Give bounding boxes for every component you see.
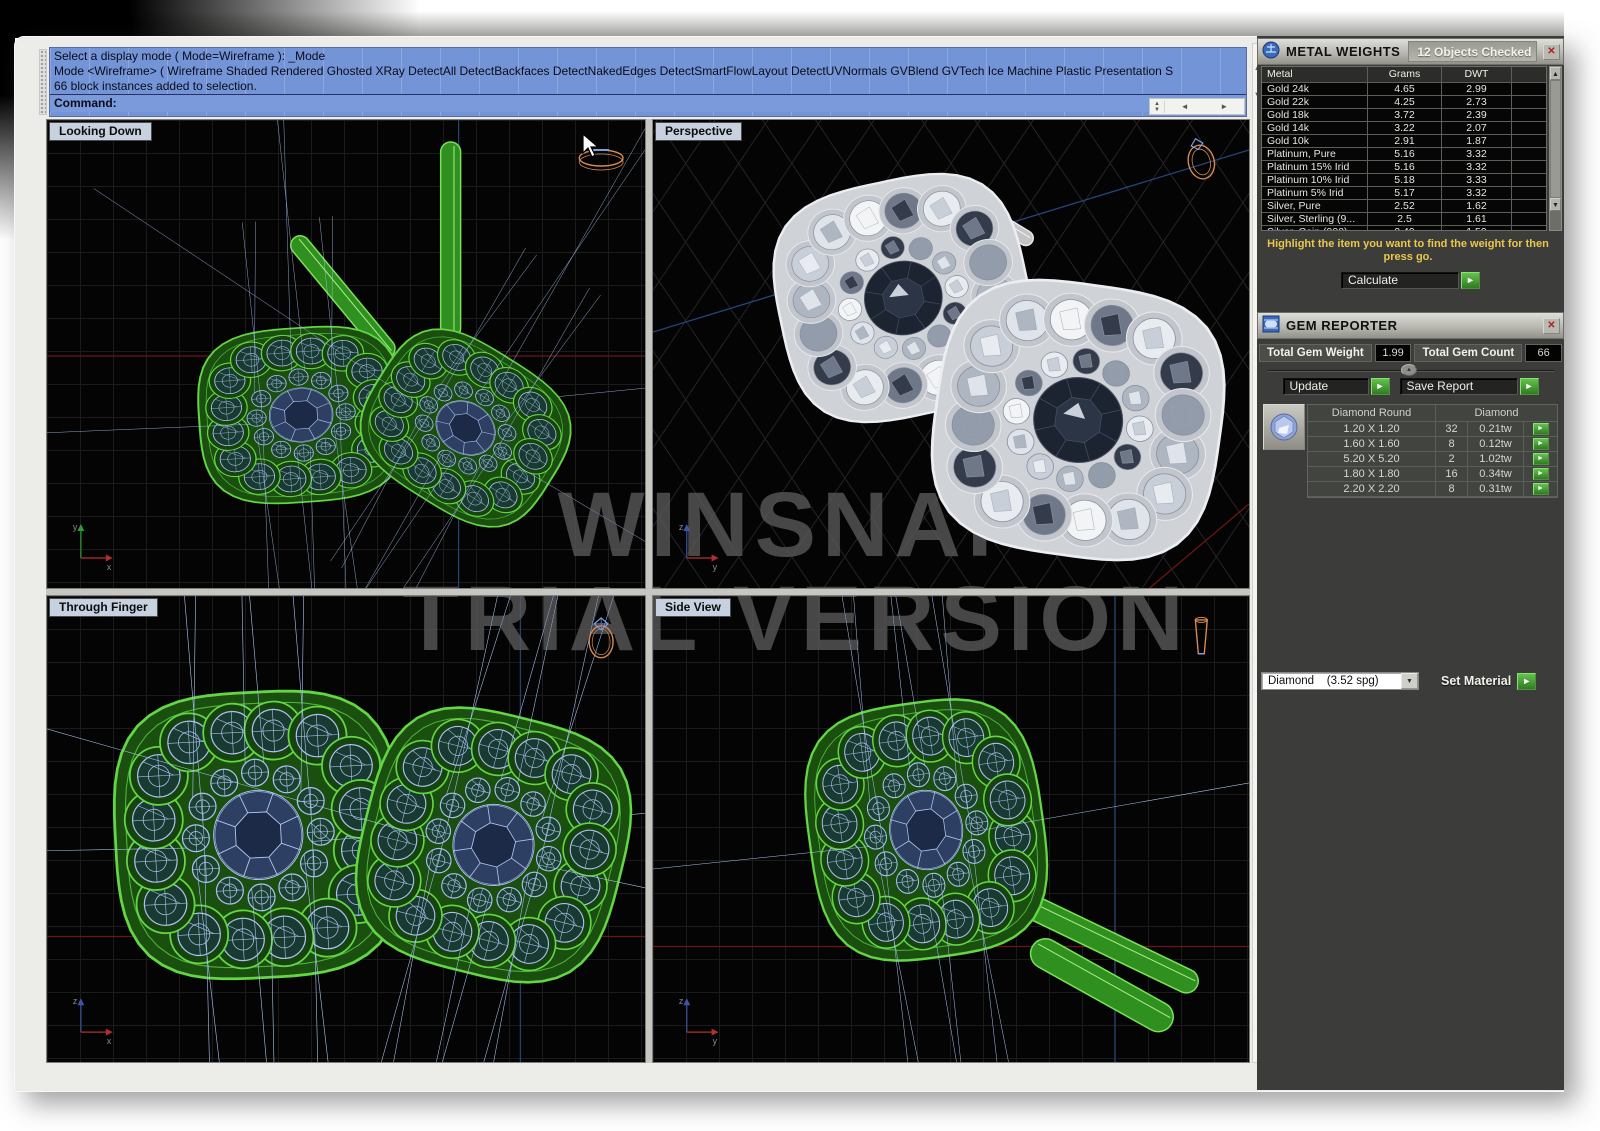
- command-line: Mode <Wireframe> ( Wireframe Shaded Rend…: [50, 64, 1246, 79]
- dropdown-arrow-icon[interactable]: ▼: [1401, 673, 1418, 689]
- desktop-corner-left: [0, 0, 15, 250]
- gem-row[interactable]: 1.20 X 1.20320.21tw►: [1308, 422, 1557, 437]
- gem-reporter-close-icon[interactable]: ✕: [1543, 318, 1560, 334]
- svg-text:z: z: [679, 522, 684, 532]
- table-row[interactable]: Silver, Coin (900)2.491.59: [1262, 226, 1546, 231]
- gem-row-go-icon[interactable]: ►: [1533, 423, 1549, 435]
- metal-weights-table[interactable]: Metal Grams DWT Gold 24k4.652.99Gold 22k…: [1261, 66, 1547, 231]
- panel-divider: ▲: [1267, 370, 1554, 372]
- viewport-grid: y x Looking Down z y Perspective z x Throug…: [46, 119, 1250, 1063]
- total-gem-count-label: Total Gem Count: [1414, 344, 1522, 362]
- total-gem-weight-value: 1.99: [1375, 344, 1412, 362]
- save-report-button[interactable]: Save Report: [1400, 378, 1518, 395]
- gem-row[interactable]: 1.60 X 1.6080.12tw►: [1308, 437, 1557, 452]
- scrollbar-up-icon[interactable]: ▲: [1550, 67, 1561, 80]
- metal-weights-title: METAL WEIGHTS: [1284, 44, 1400, 59]
- set-material-go-icon[interactable]: ►: [1517, 673, 1536, 690]
- table-row[interactable]: Platinum 15% Irid5.163.32: [1262, 161, 1546, 174]
- calculate-button[interactable]: Calculate: [1341, 272, 1459, 289]
- command-panel-drag-handle[interactable]: [39, 49, 47, 115]
- viewport-title-looking-down[interactable]: Looking Down: [49, 122, 152, 141]
- gem-row-go-icon[interactable]: ►: [1533, 483, 1549, 495]
- svg-text:y: y: [73, 522, 78, 532]
- scroll-right-icon[interactable]: ►: [1204, 99, 1244, 114]
- diamond-thumbnail-icon[interactable]: [1263, 404, 1305, 450]
- gem-row-go-icon[interactable]: ►: [1533, 453, 1549, 465]
- command-prompt[interactable]: Command:: [50, 94, 1246, 112]
- viewport-title-through-finger[interactable]: Through Finger: [49, 598, 158, 617]
- objects-checked-status: 12 Objects Checked: [1408, 41, 1537, 62]
- command-scrollbar[interactable]: ▲ ▼ ◄ ►: [1149, 98, 1245, 115]
- right-panel: METAL WEIGHTS 12 Objects Checked ✕ Metal…: [1257, 36, 1564, 1090]
- metal-weights-instruction: Highlight the item you want to find the …: [1263, 238, 1553, 264]
- table-row[interactable]: Platinum, Pure5.163.32: [1262, 148, 1546, 161]
- gem-row[interactable]: 5.20 X 5.2021.02tw►: [1308, 452, 1557, 467]
- material-dropdown[interactable]: Diamond (3.52 spg) ▼: [1261, 672, 1419, 690]
- viewport-looking-down[interactable]: y x Looking Down: [46, 119, 646, 589]
- command-line: Select a display mode ( Mode=Wireframe )…: [50, 48, 1246, 64]
- save-report-go-icon[interactable]: ►: [1520, 378, 1539, 395]
- svg-text:y: y: [713, 562, 718, 572]
- scrollbar-thumb[interactable]: [1550, 80, 1561, 198]
- viewport-side-view[interactable]: z y Side View: [652, 595, 1250, 1063]
- table-row[interactable]: Platinum 10% Irid5.183.33: [1262, 174, 1546, 187]
- table-row[interactable]: Silver, Sterling (9...2.51.61: [1262, 213, 1546, 226]
- collapse-knob-icon[interactable]: ▲: [1401, 364, 1417, 376]
- metal-weights-header[interactable]: METAL WEIGHTS 12 Objects Checked ✕: [1257, 38, 1564, 65]
- table-row[interactable]: Gold 14k3.222.07: [1262, 122, 1546, 135]
- svg-text:x: x: [107, 562, 112, 572]
- svg-text:x: x: [107, 1036, 112, 1046]
- gem-row[interactable]: 1.80 X 1.80160.34tw►: [1308, 467, 1557, 482]
- total-gem-count-value: 66: [1525, 344, 1562, 362]
- scroll-left-icon[interactable]: ◄: [1165, 99, 1205, 114]
- table-row[interactable]: Platinum 5% Irid5.173.32: [1262, 187, 1546, 200]
- viewport-title-side-view[interactable]: Side View: [655, 598, 731, 617]
- gem-report-table: Diamond Round Diamond 1.20 X 1.20320.21t…: [1263, 404, 1558, 498]
- svg-text:y: y: [713, 1036, 718, 1046]
- scroll-down-icon[interactable]: ▼: [1154, 107, 1160, 113]
- gem-row[interactable]: 2.20 X 2.2080.31tw►: [1308, 482, 1557, 497]
- desktop-corner: [0, 0, 430, 38]
- material-dropdown-value: Diamond (3.52 spg): [1262, 675, 1401, 687]
- gem-reporter-header[interactable]: GEM REPORTER ✕: [1257, 312, 1564, 339]
- table-row[interactable]: Gold 22k4.252.73: [1262, 96, 1546, 109]
- gem-row-go-icon[interactable]: ►: [1533, 438, 1549, 450]
- table-row[interactable]: Gold 24k4.652.99: [1262, 83, 1546, 96]
- viewport-through-finger[interactable]: z x Through Finger: [46, 595, 646, 1063]
- svg-text:z: z: [73, 996, 78, 1006]
- metal-weights-close-icon[interactable]: ✕: [1543, 44, 1560, 60]
- command-history[interactable]: Select a display mode ( Mode=Wireframe )…: [49, 47, 1247, 117]
- metal-table-header: Metal Grams DWT: [1262, 67, 1546, 83]
- svg-text:z: z: [679, 996, 684, 1006]
- command-line: 66 block instances added to selection.: [50, 79, 1246, 94]
- table-row[interactable]: Gold 18k3.722.39: [1262, 109, 1546, 122]
- table-row[interactable]: Gold 10k2.911.87: [1262, 135, 1546, 148]
- gem-table-header: Diamond Round Diamond: [1308, 405, 1557, 422]
- viewport-perspective[interactable]: z y Perspective: [652, 119, 1250, 589]
- mouse-cursor: [580, 133, 602, 159]
- total-gem-weight-label: Total Gem Weight: [1259, 344, 1372, 362]
- calculate-go-icon[interactable]: ►: [1461, 272, 1480, 289]
- gem-reporter-title: GEM REPORTER: [1284, 318, 1397, 333]
- update-go-icon[interactable]: ►: [1371, 378, 1390, 395]
- set-material-button[interactable]: Set Material: [1441, 674, 1511, 688]
- metal-table-scrollbar[interactable]: ▲ ▼: [1549, 66, 1562, 231]
- update-button[interactable]: Update: [1283, 378, 1369, 395]
- gem-row-go-icon[interactable]: ►: [1533, 468, 1549, 480]
- viewport-title-perspective[interactable]: Perspective: [655, 122, 742, 141]
- gem-reporter-icon: [1258, 315, 1284, 336]
- scale-icon: [1258, 41, 1284, 62]
- scrollbar-down-icon[interactable]: ▼: [1550, 198, 1561, 211]
- table-row[interactable]: Silver, Pure2.521.62: [1262, 200, 1546, 213]
